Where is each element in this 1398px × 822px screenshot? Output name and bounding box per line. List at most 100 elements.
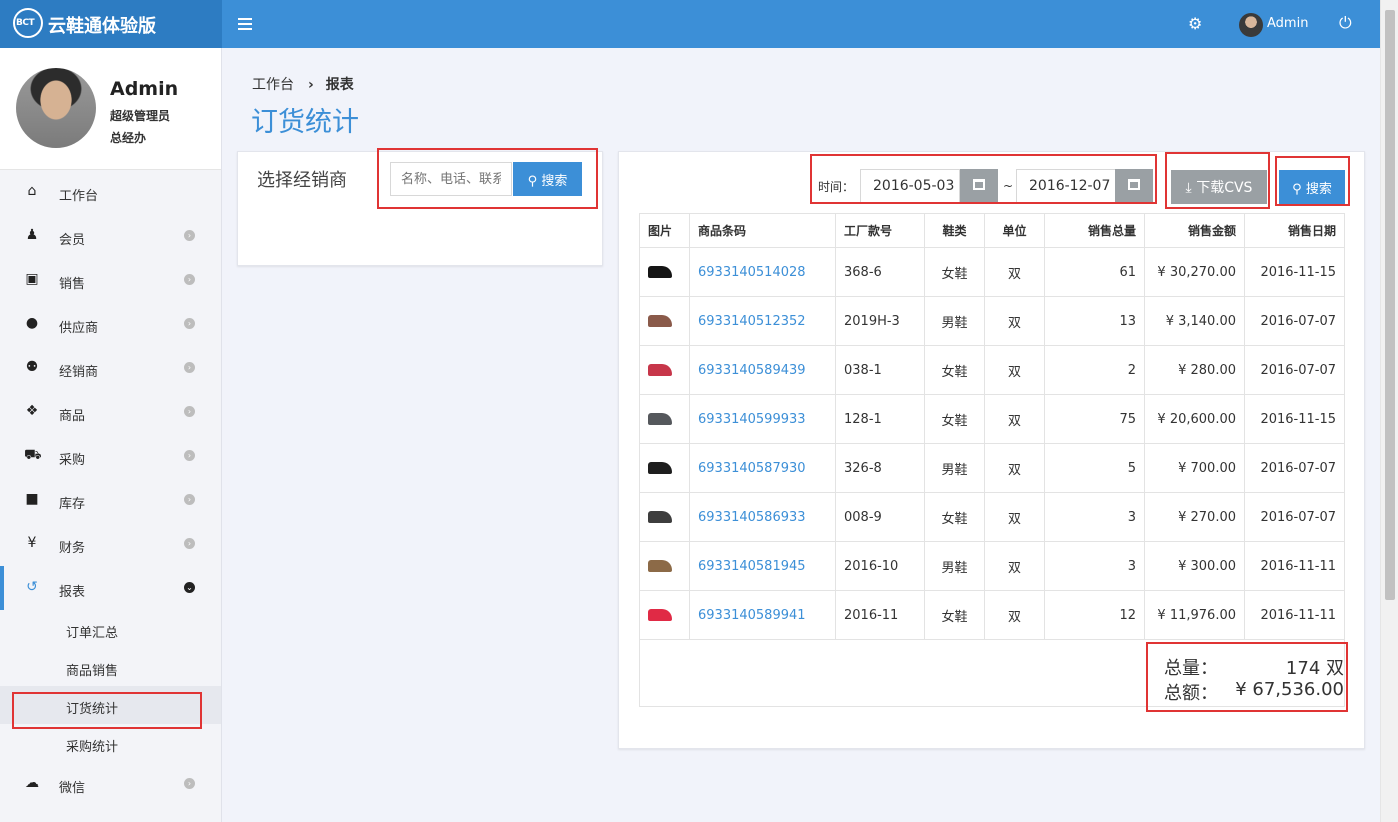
breadcrumb-separator: › (308, 77, 314, 93)
brand[interactable]: BCT 云鞋通体验版 (0, 0, 222, 48)
table-row[interactable]: 6933140581945 2016-10 男鞋双 3 ¥ 300.00 2016-11-… (639, 541, 1345, 591)
amount-cell: ¥ 280.00 (1144, 345, 1245, 395)
sidebar-item-dealers[interactable]: ⚉ 经销商 › (0, 346, 221, 390)
sidebar-item-products[interactable]: ❖ 商品 › (0, 390, 221, 434)
dealer-search-input[interactable] (390, 162, 512, 196)
report-table: 图片 商品条码 工厂款号 鞋类 单位 销售总量 销售金额 销售日期 693314… (639, 213, 1345, 707)
table-row[interactable]: 6933140514028 368-6 女鞋双 61 ¥ 30,270.00 2016-1… (639, 247, 1345, 297)
unit-cell: 双 (984, 345, 1045, 395)
sidebar-item-label: 报表 (59, 585, 86, 600)
product-image-cell (639, 541, 690, 591)
subnav-order-stats[interactable]: 订货统计 (0, 686, 221, 724)
breadcrumb: 工作台 › 报表 (252, 74, 354, 94)
person-icon: ♟ (25, 227, 39, 243)
amount-cell: ¥ 270.00 (1144, 492, 1245, 542)
date-cell: 2016-11-15 (1244, 247, 1345, 297)
shoe-image (648, 609, 672, 621)
barcode-cell: 6933140586933 (689, 492, 836, 542)
download-label: 下载CVS (1196, 180, 1253, 196)
product-image-cell (639, 443, 690, 493)
table-header-row: 图片 商品条码 工厂款号 鞋类 单位 销售总量 销售金额 销售日期 (639, 213, 1345, 248)
style-cell: 2016-10 (835, 541, 925, 591)
barcode-link[interactable]: 6933140599933 (698, 412, 806, 427)
sidebar-item-sales[interactable]: ▣ 销售 › (0, 258, 221, 302)
style-cell: 326-8 (835, 443, 925, 493)
dealer-search-button[interactable]: ⚲ 搜索 (513, 162, 582, 196)
barcode-link[interactable]: 6933140514028 (698, 265, 806, 280)
sidebar-item-finance[interactable]: ¥ 财务 › (0, 522, 221, 566)
unit-cell: 双 (984, 394, 1045, 444)
qty-cell: 3 (1044, 541, 1145, 591)
report-search-button[interactable]: ⚲ 搜索 (1279, 170, 1345, 204)
qty-cell: 75 (1044, 394, 1145, 444)
download-csv-button[interactable]: ⤓ 下载CVS (1171, 170, 1267, 204)
date-cell: 2016-07-07 (1244, 296, 1345, 346)
cubes-icon: ❖ (25, 403, 39, 419)
totals: 总量： 174 双 总额： ¥ 67,536.00 (1164, 654, 1344, 704)
unit-cell: 双 (984, 590, 1045, 640)
menu-toggle-icon[interactable] (238, 15, 252, 33)
barcode-cell: 6933140512352 (689, 296, 836, 346)
user-profile: Admin 超级管理员 总经办 (0, 48, 221, 170)
barcode-link[interactable]: 6933140586933 (698, 510, 806, 525)
amount-cell: ¥ 700.00 (1144, 443, 1245, 493)
barcode-link[interactable]: 6933140512352 (698, 314, 806, 329)
end-date-field[interactable]: 2016-12-07 (1016, 169, 1116, 203)
start-date-field[interactable]: 2016-05-03 (860, 169, 960, 203)
column-header: 商品条码 (689, 213, 836, 248)
subnav-product-sales[interactable]: 商品销售 (0, 648, 221, 686)
shoe-image (648, 364, 672, 376)
breadcrumb-home[interactable]: 工作台 (252, 77, 294, 93)
page-scrollbar[interactable] (1380, 0, 1398, 822)
barcode-link[interactable]: 6933140589941 (698, 608, 806, 623)
sidebar-item-reports[interactable]: ↺ 报表 ⌄ (0, 566, 221, 610)
wechat-icon: ☁ (25, 775, 39, 791)
users-icon: ⚉ (25, 359, 39, 375)
barcode-link[interactable]: 6933140589439 (698, 363, 806, 378)
style-cell: 2019H-3 (835, 296, 925, 346)
bct-logo-icon: BCT (13, 8, 43, 38)
sidebar-item-label: 工作台 (59, 189, 99, 204)
download-icon: ⤓ (1185, 180, 1192, 196)
sidebar-item-suppliers[interactable]: ● 供应商 › (0, 302, 221, 346)
sidebar-item-inventory[interactable]: ■ 库存 › (0, 478, 221, 522)
barcode-link[interactable]: 6933140581945 (698, 559, 806, 574)
scrollbar-thumb[interactable] (1385, 10, 1395, 600)
table-row[interactable]: 6933140589941 2016-11 女鞋双 12 ¥ 11,976.00 2016… (639, 590, 1345, 640)
table-row[interactable]: 6933140599933 128-1 女鞋双 75 ¥ 20,600.00 2016-1… (639, 394, 1345, 444)
calendar-icon[interactable] (960, 169, 998, 203)
table-row[interactable]: 6933140512352 2019H-3 男鞋双 13 ¥ 3,140.00 2016-… (639, 296, 1345, 346)
amount-cell: ¥ 300.00 (1144, 541, 1245, 591)
type-cell: 女鞋 (924, 247, 985, 297)
table-row[interactable]: 6933140587930 326-8 男鞋双 5 ¥ 700.00 2016-07-07 (639, 443, 1345, 493)
search-icon: ⚲ (527, 173, 538, 189)
barcode-link[interactable]: 6933140587930 (698, 461, 806, 476)
sidebar-item-wechat[interactable]: ☁ 微信 › (0, 762, 221, 806)
sidebar-item-purchase[interactable]: ⛟ 采购 › (0, 434, 221, 478)
amount-cell: ¥ 30,270.00 (1144, 247, 1245, 297)
column-header: 图片 (639, 213, 690, 248)
sidebar-item-workbench[interactable]: ⌂ 工作台 (0, 170, 221, 214)
time-label: 时间： (818, 180, 855, 194)
sidebar-item-label: 会员 (59, 233, 86, 248)
sidebar-item-label: 供应商 (59, 321, 99, 336)
product-image-cell (639, 247, 690, 297)
qty-cell: 5 (1044, 443, 1145, 493)
table-row[interactable]: 6933140589439 038-1 女鞋双 2 ¥ 280.00 2016-07-07 (639, 345, 1345, 395)
column-header: 鞋类 (924, 213, 985, 248)
profile-name: Admin (110, 78, 179, 100)
qty-cell: 3 (1044, 492, 1145, 542)
calendar-icon[interactable] (1115, 169, 1153, 203)
subnav-order-summary[interactable]: 订单汇总 (0, 610, 221, 648)
subnav-purchase-stats[interactable]: 采购统计 (0, 724, 221, 762)
gear-icon[interactable]: ⚙ (1188, 14, 1202, 33)
product-image-cell (639, 492, 690, 542)
date-cell: 2016-07-07 (1244, 345, 1345, 395)
sidebar-item-members[interactable]: ♟ 会员 › (0, 214, 221, 258)
topbar-username[interactable]: Admin (1267, 16, 1308, 31)
column-header: 工厂款号 (835, 213, 925, 248)
avatar[interactable] (1239, 13, 1263, 37)
table-row[interactable]: 6933140586933 008-9 女鞋双 3 ¥ 270.00 2016-07-07 (639, 492, 1345, 542)
power-icon[interactable]: ⏻ (1339, 13, 1352, 33)
style-cell: 2016-11 (835, 590, 925, 640)
